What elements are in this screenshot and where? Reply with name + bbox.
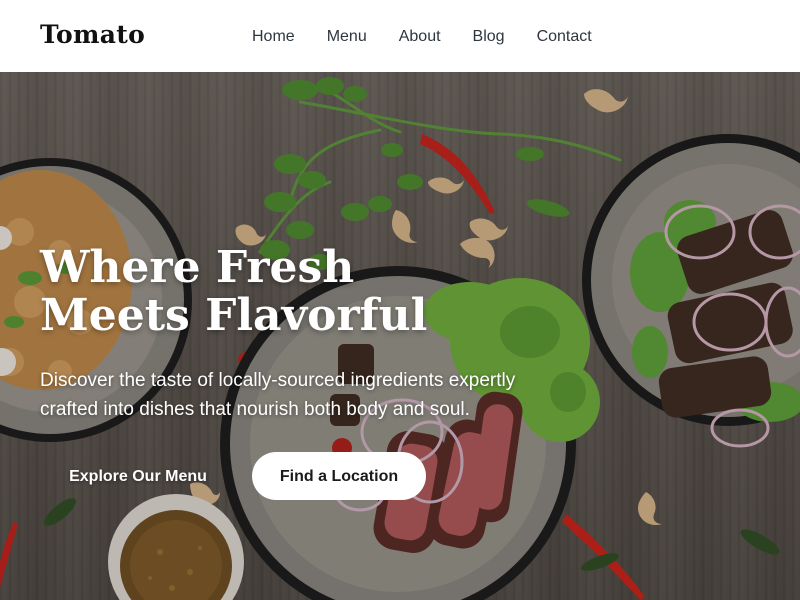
nav-link-home[interactable]: Home <box>252 28 295 46</box>
explore-menu-button[interactable]: Explore Our Menu <box>40 452 236 500</box>
nav-link-menu[interactable]: Menu <box>327 28 367 46</box>
find-location-button[interactable]: Find a Location <box>252 452 426 500</box>
hero-title: Where Fresh Meets Flavorful <box>40 242 428 341</box>
brand-logo[interactable]: Tomato <box>40 20 145 49</box>
main-nav: Home Menu About Blog Contact <box>252 28 624 46</box>
hero-subtitle: Discover the taste of locally-sourced in… <box>40 370 516 420</box>
nav-link-contact[interactable]: Contact <box>537 28 592 46</box>
nav-link-blog[interactable]: Blog <box>473 28 505 46</box>
site-header: Tomato Home Menu About Blog Contact <box>0 0 800 72</box>
nav-link-about[interactable]: About <box>399 28 441 46</box>
hero-section: Where Fresh Meets Flavorful Discover the… <box>0 72 800 600</box>
